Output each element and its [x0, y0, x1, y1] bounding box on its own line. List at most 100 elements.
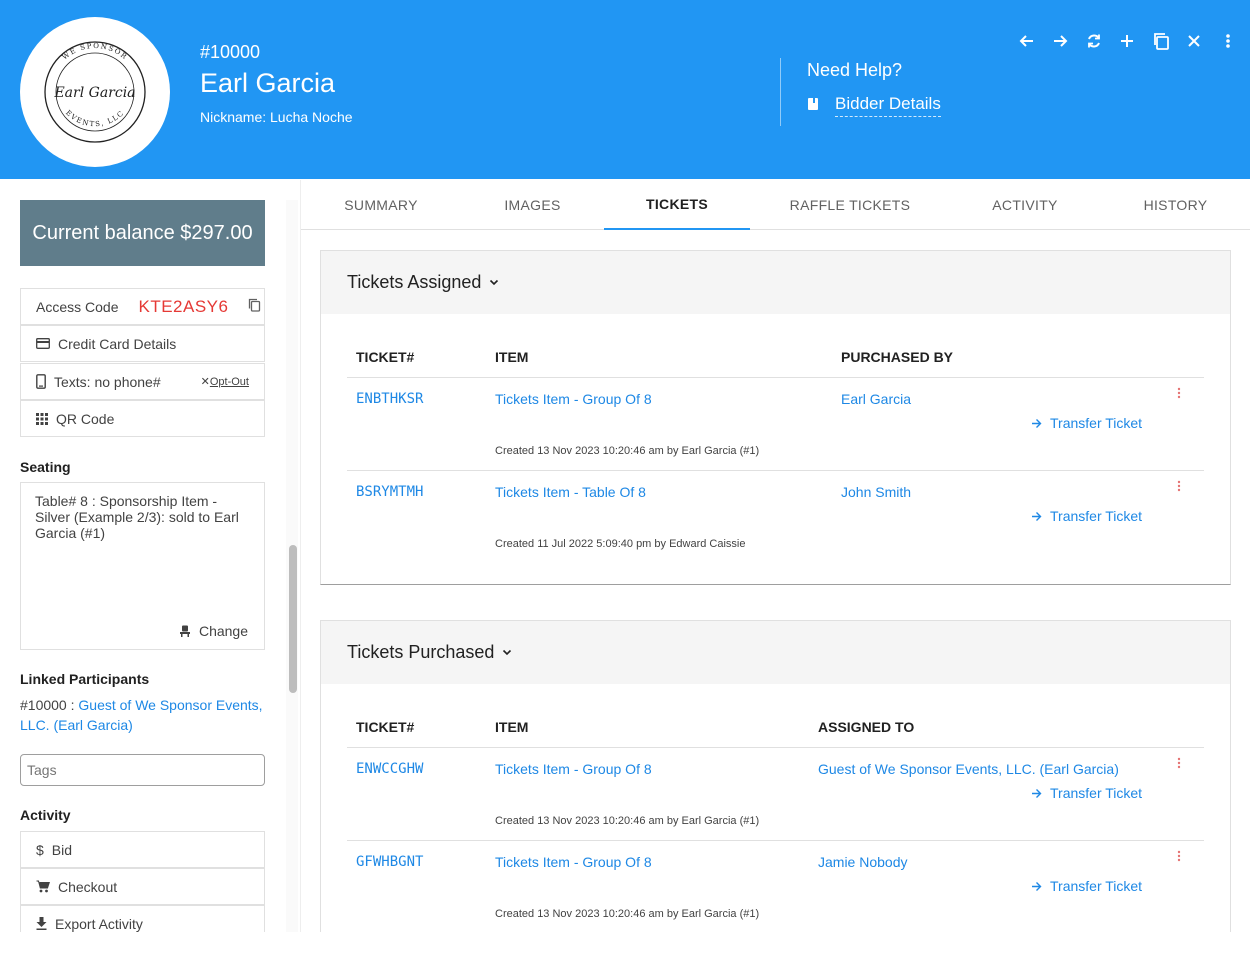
transfer-ticket-button[interactable]: Transfer Ticket [1031, 415, 1142, 431]
export-activity-button[interactable]: Export Activity [20, 905, 265, 932]
svg-text:EVENTS, LLC: EVENTS, LLC [64, 109, 126, 128]
refresh-icon [1086, 33, 1102, 54]
checkout-label: Checkout [58, 878, 118, 895]
opt-out-link[interactable]: ✕Opt-Out [201, 375, 249, 388]
ticket-item-link[interactable]: Tickets Item - Group Of 8 [495, 391, 652, 407]
add-button[interactable] [1111, 30, 1145, 56]
assignee-link[interactable]: Jamie Nobody [818, 854, 908, 870]
arrow-right-icon [1032, 511, 1042, 521]
arrow-right-icon [1032, 788, 1042, 798]
change-seating-button[interactable]: Change [179, 623, 248, 639]
assignee-link[interactable]: Guest of We Sponsor Events, LLC. (Earl G… [818, 761, 1119, 777]
tickets-assigned-header[interactable]: Tickets Assigned [321, 251, 1230, 314]
ticket-item-link[interactable]: Tickets Item - Group Of 8 [495, 854, 652, 870]
texts-row: Texts: no phone# ✕Opt-Out [20, 363, 265, 400]
tab-history[interactable]: HISTORY [1100, 180, 1250, 230]
table-row: ENWCCGHW Tickets Item - Group Of 8 Guest… [347, 747, 1204, 840]
col-assigned-to: ASSIGNED TO [818, 719, 915, 735]
created-info: Created 13 Nov 2023 10:20:46 am by Earl … [495, 908, 760, 920]
ticket-number-link[interactable]: ENBTHKSR [356, 391, 423, 407]
ticket-item-link[interactable]: Tickets Item - Table Of 8 [495, 484, 646, 500]
col-item: ITEM [495, 349, 529, 365]
bidder-details-link[interactable]: Bidder Details [807, 94, 941, 117]
transfer-ticket-label: Transfer Ticket [1050, 415, 1143, 431]
header-toolbar [1010, 30, 1245, 56]
svg-text:WE SPONSOR: WE SPONSOR [61, 42, 129, 62]
transfer-ticket-button[interactable]: Transfer Ticket [1031, 508, 1142, 524]
sidebar-scrollbar-thumb[interactable] [289, 545, 297, 693]
arrow-right-icon [1032, 881, 1042, 891]
purchaser-link[interactable]: Earl Garcia [841, 391, 911, 407]
plus-icon [1119, 33, 1135, 54]
more-button[interactable] [1211, 30, 1245, 56]
purchaser-link[interactable]: John Smith [841, 484, 911, 500]
close-button[interactable] [1178, 30, 1212, 56]
transfer-ticket-button[interactable]: Transfer Ticket [1031, 878, 1142, 894]
transfer-ticket-button[interactable]: Transfer Ticket [1031, 785, 1142, 801]
bid-label: Bid [51, 841, 73, 858]
access-code-value: KTE2ASY6 [138, 296, 229, 316]
seating-title: Seating [20, 459, 71, 475]
access-code-row: Access Code KTE2ASY6 [20, 288, 265, 325]
tickets-purchased-header[interactable]: Tickets Purchased [321, 621, 1230, 684]
tab-raffle-tickets[interactable]: RAFFLE TICKETS [750, 180, 950, 230]
sponsor-logo: WE SPONSOR EVENTS, LLC Earl Garcia [20, 17, 170, 167]
col-purchased-by: PURCHASED BY [841, 349, 954, 365]
row-menu-button[interactable] [1173, 387, 1185, 405]
refresh-button[interactable] [1077, 30, 1111, 56]
copy-icon [248, 298, 261, 315]
logo-script-text: Earl Garcia [53, 85, 135, 101]
ticket-number-link[interactable]: ENWCCGHW [356, 761, 423, 777]
cart-icon [36, 880, 50, 893]
more-vert-icon [1225, 33, 1231, 54]
credit-card-label: Credit Card Details [58, 335, 177, 352]
created-info: Created 11 Jul 2022 5:09:40 pm by Edward… [495, 538, 746, 550]
table-row: GFWHBGNT Tickets Item - Group Of 8 Jamie… [347, 840, 1204, 932]
table-row: ENBTHKSR Tickets Item - Group Of 8 Earl … [347, 377, 1204, 470]
opt-out-label: Opt-Out [209, 376, 249, 388]
back-button[interactable] [1010, 30, 1044, 56]
more-vert-icon [1177, 850, 1181, 862]
sidebar: Current balance $297.00 Access Code KTE2… [0, 180, 298, 932]
transfer-ticket-label: Transfer Ticket [1050, 878, 1143, 894]
ticket-item-link[interactable]: Tickets Item - Group Of 8 [495, 761, 652, 777]
transfer-ticket-label: Transfer Ticket [1050, 785, 1143, 801]
copy-icon [1152, 32, 1170, 55]
created-info: Created 13 Nov 2023 10:20:46 am by Earl … [495, 815, 760, 827]
duplicate-button[interactable] [1144, 30, 1178, 56]
bidder-header: WE SPONSOR EVENTS, LLC Earl Garcia #1000… [0, 0, 1250, 179]
phone-icon [36, 374, 46, 389]
current-balance: Current balance $297.00 [20, 200, 265, 266]
tags-input[interactable] [20, 754, 265, 786]
copy-access-code-button[interactable] [248, 298, 261, 315]
qr-code-button[interactable]: QR Code [20, 400, 265, 437]
main-panel: SUMMARY IMAGES TICKETS RAFFLE TICKETS AC… [300, 180, 1250, 932]
arrow-left-icon [1019, 33, 1035, 54]
help-title: Need Help? [807, 60, 903, 80]
tab-summary[interactable]: SUMMARY [301, 180, 461, 230]
tab-activity[interactable]: ACTIVITY [950, 180, 1100, 230]
row-menu-button[interactable] [1173, 850, 1185, 868]
tab-tickets[interactable]: TICKETS [604, 180, 750, 230]
tab-images[interactable]: IMAGES [461, 180, 604, 230]
seat-icon [179, 625, 191, 637]
ticket-number-link[interactable]: GFWHBGNT [356, 854, 423, 870]
tickets-assigned-card: Tickets Assigned TICKET# ITEM PURCHASED … [320, 250, 1231, 585]
chevron-down-icon [489, 279, 499, 286]
row-menu-button[interactable] [1173, 757, 1185, 775]
ticket-number-link[interactable]: BSRYMTMH [356, 484, 423, 500]
chevron-down-icon [502, 649, 512, 656]
access-code-label: Access Code [36, 298, 119, 315]
col-ticket: TICKET# [356, 719, 415, 735]
checkout-button[interactable]: Checkout [20, 868, 265, 905]
row-menu-button[interactable] [1173, 480, 1185, 498]
table-row: BSRYMTMH Tickets Item - Table Of 8 John … [347, 470, 1204, 563]
tickets-purchased-card: Tickets Purchased TICKET# ITEM ASSIGNED … [320, 620, 1231, 932]
bid-button[interactable]: $ Bid [20, 831, 265, 868]
book-icon [807, 96, 819, 116]
forward-button[interactable] [1044, 30, 1078, 56]
col-item: ITEM [495, 719, 529, 735]
credit-card-details-button[interactable]: Credit Card Details [20, 325, 265, 362]
linked-prefix: #10000 : [20, 697, 79, 713]
qr-grid-icon [36, 412, 48, 425]
